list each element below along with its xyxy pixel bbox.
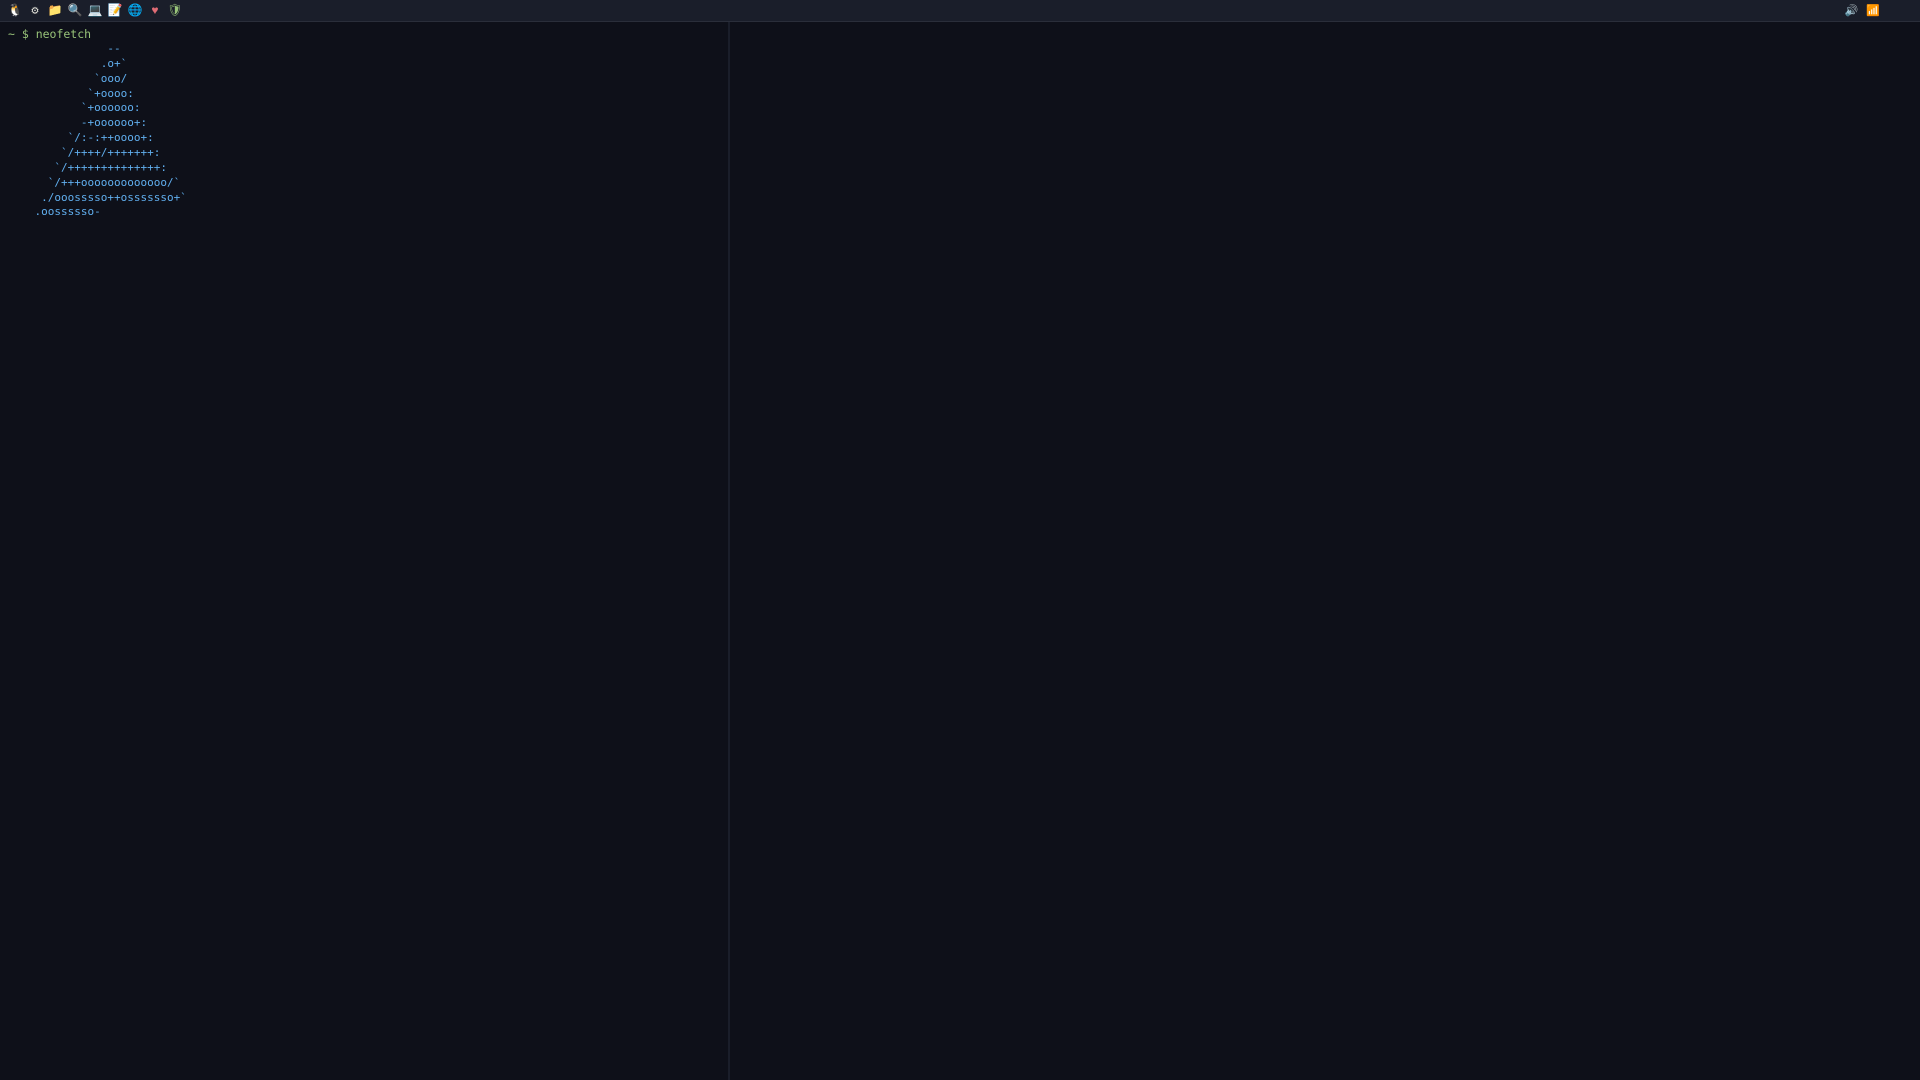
app-icon-8[interactable]: ♥ bbox=[148, 4, 162, 18]
app-icon-4[interactable]: 🔍 bbox=[68, 4, 82, 18]
topbar: 🐧 ⚙ 📁 🔍 💻 📝 🌐 ♥ 🛡 🔊 📶 bbox=[0, 0, 1920, 22]
neofetch-art: -- .o+` `ooo/ `+oooo: `+oooooo: -+oooooo… bbox=[8, 42, 268, 220]
topbar-right: 🔊 📶 bbox=[1845, 4, 1912, 18]
terminal-content: ~ $ neofetch -- .o+` `ooo/ `+oooo: `+ooo… bbox=[0, 22, 728, 1080]
app-icon-3[interactable]: 📁 bbox=[48, 4, 62, 18]
network-icon[interactable]: 📶 bbox=[1866, 4, 1880, 18]
app-icon-1[interactable]: 🐧 bbox=[8, 4, 22, 18]
volume-icon[interactable]: 🔊 bbox=[1845, 4, 1859, 18]
app-icon-6[interactable]: 📝 bbox=[108, 4, 122, 18]
app-icon-5[interactable]: 💻 bbox=[88, 4, 102, 18]
left-terminal: ~ $ neofetch -- .o+` `ooo/ `+oooo: `+ooo… bbox=[0, 22, 730, 1080]
app-icon-7[interactable]: 🌐 bbox=[128, 4, 142, 18]
neofetch-output: -- .o+` `ooo/ `+oooo: `+oooooo: -+oooooo… bbox=[8, 42, 720, 220]
app-icon-9[interactable]: 🛡 bbox=[168, 4, 182, 18]
app-icon-2[interactable]: ⚙ bbox=[28, 4, 42, 18]
main-layout: ~ $ neofetch -- .o+` `ooo/ `+oooo: `+ooo… bbox=[0, 22, 1920, 1080]
topbar-left: 🐧 ⚙ 📁 🔍 💻 📝 🌐 ♥ 🛡 bbox=[8, 4, 182, 18]
